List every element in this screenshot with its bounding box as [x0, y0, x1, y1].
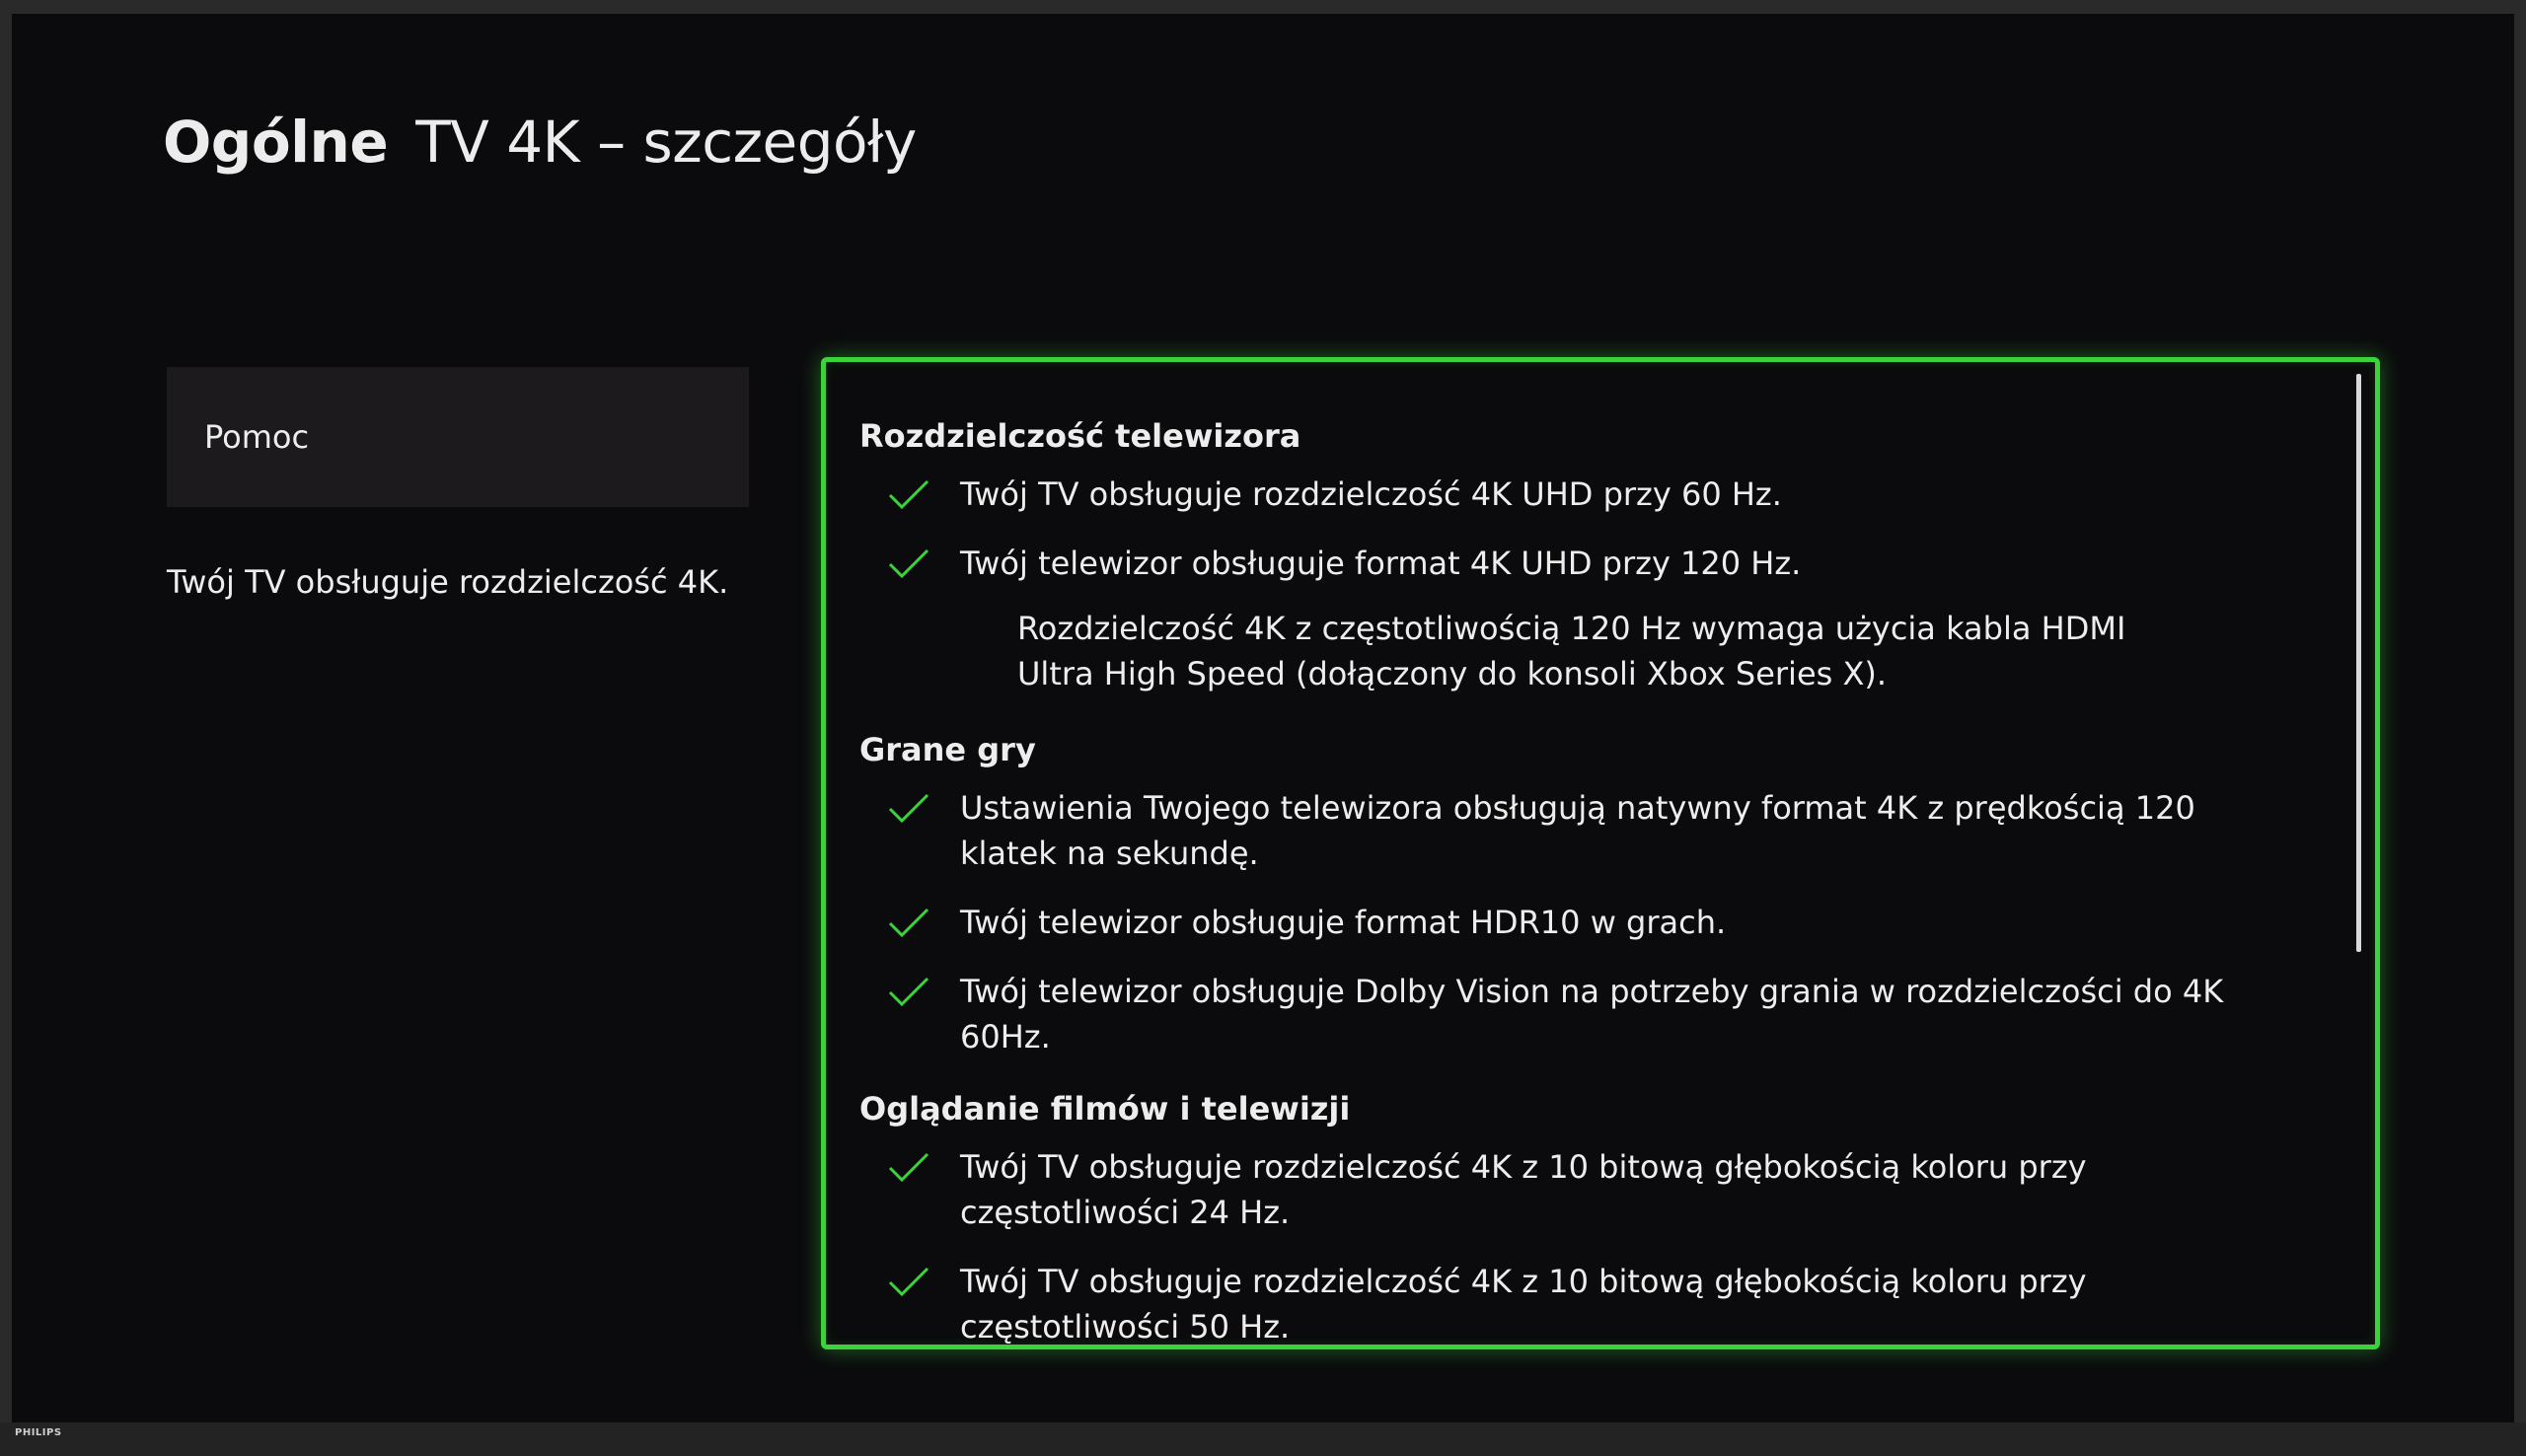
list-item-text: Twój telewizor obsługuje Dolby Vision na… [960, 973, 2224, 1056]
tv-support-summary: Twój TV obsługuje rozdzielczość 4K. [167, 563, 729, 601]
list-item: Twój telewizor obsługuje format HDR10 w … [859, 900, 2290, 945]
group-games: Grane gry Ustawienia Twojego telewizora … [859, 730, 2290, 1059]
details-content: Rozdzielczość telewizora Twój TV obsługu… [859, 416, 2290, 1346]
group-movies-tv: Oglądanie filmów i telewizji Twój TV obs… [859, 1089, 2290, 1346]
page-subtitle: TV 4K – szczegóły [415, 109, 917, 176]
list-item: Ustawienia Twojego telewizora obsługują … [859, 785, 2290, 876]
list-item: Twój TV obsługuje rozdzielczość 4K z 10 … [859, 1259, 2290, 1346]
checkmark-icon [888, 479, 929, 510]
list-item-text: Ustawienia Twojego telewizora obsługują … [960, 789, 2195, 872]
group-title: Rozdzielczość telewizora [859, 417, 1301, 455]
section-title: Ogólne [163, 109, 389, 176]
checkmark-icon [888, 1152, 929, 1183]
list-item: Twój TV obsługuje rozdzielczość 4K UHD p… [859, 472, 2290, 517]
checkmark-icon [888, 908, 929, 938]
list-item: Twój TV obsługuje rozdzielczość 4K z 10 … [859, 1144, 2290, 1235]
page-title: Ogólne TV 4K – szczegóły [163, 109, 917, 176]
list-item-text: Twój telewizor obsługuje format HDR10 w … [960, 904, 1727, 941]
tv-brand-label: PHILIPS [15, 1427, 62, 1438]
tv-screen: Ogólne TV 4K – szczegóły Pomoc Twój TV o… [0, 0, 2526, 1456]
list-item: Twój telewizor obsługuje Dolby Vision na… [859, 969, 2290, 1059]
hdmi-cable-note: Rozdzielczość 4K z częstotliwością 120 H… [1017, 610, 2126, 692]
group-tv-resolution: Rozdzielczość telewizora Twój TV obsługu… [859, 416, 2290, 696]
list-item-text: Twój telewizor obsługuje format 4K UHD p… [960, 545, 1802, 582]
group-title: Oglądanie filmów i telewizji [859, 1090, 1351, 1128]
help-button[interactable]: Pomoc [167, 367, 749, 507]
checkmark-icon [888, 1267, 929, 1297]
scrollbar[interactable] [2356, 374, 2361, 952]
tv-bezel [0, 1422, 2526, 1456]
checkmark-icon [888, 793, 929, 824]
list-item: Twój telewizor obsługuje format 4K UHD p… [859, 541, 2290, 586]
tv-4k-details-panel[interactable]: Rozdzielczość telewizora Twój TV obsługu… [821, 357, 2380, 1349]
checkmark-icon [888, 977, 929, 1007]
help-button-label: Pomoc [204, 418, 310, 456]
list-item-text: Twój TV obsługuje rozdzielczość 4K z 10 … [960, 1148, 2087, 1231]
checkmark-icon [888, 548, 929, 579]
group-title: Grane gry [859, 731, 1036, 768]
list-item-text: Twój TV obsługuje rozdzielczość 4K z 10 … [960, 1263, 2087, 1346]
list-item-text: Twój TV obsługuje rozdzielczość 4K UHD p… [960, 475, 1782, 513]
xbox-settings-screen: Ogólne TV 4K – szczegóły Pomoc Twój TV o… [12, 14, 2514, 1422]
